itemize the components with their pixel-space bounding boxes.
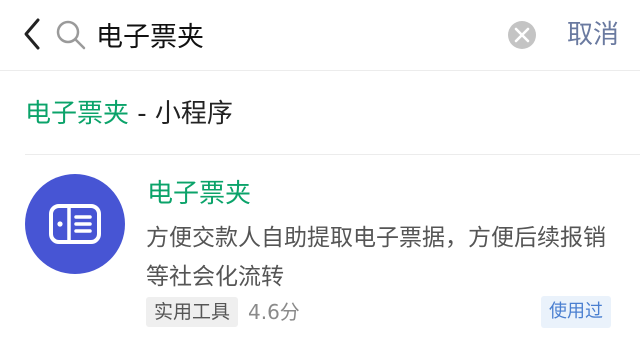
search-results: 电子票夹 - 小程序 电子票夹 方便交款人自助提取电子票据，方便后续报销等社会化… — [0, 71, 640, 350]
back-button[interactable] — [14, 14, 50, 54]
search-input[interactable] — [96, 10, 486, 58]
cancel-button[interactable]: 取消 — [567, 13, 619, 57]
used-badge: 使用过 — [541, 296, 611, 328]
clear-icon[interactable] — [505, 18, 539, 52]
section-title-highlight: 电子票夹 — [25, 99, 130, 129]
app-description: 方便交款人自助提取电子票据，方便后续报销等社会化流转 — [146, 225, 606, 290]
category-tag: 实用工具 — [146, 297, 239, 327]
back-arrow-icon — [24, 18, 40, 50]
search-icon — [56, 20, 86, 50]
search-bar: 取消 — [0, 0, 640, 71]
mini-program-result[interactable]: 电子票夹 方便交款人自助提取电子票据，方便后续报销等社会化流转 实用工具 4.6… — [0, 155, 640, 350]
rating: 4.6分 — [248, 300, 300, 324]
section-title: 电子票夹 - 小程序 — [25, 93, 233, 130]
receipt-folder-icon — [49, 204, 101, 244]
app-name[interactable]: 电子票夹 — [147, 173, 251, 210]
app-logo — [25, 174, 125, 274]
section-title-suffix: - 小程序 — [129, 99, 233, 129]
